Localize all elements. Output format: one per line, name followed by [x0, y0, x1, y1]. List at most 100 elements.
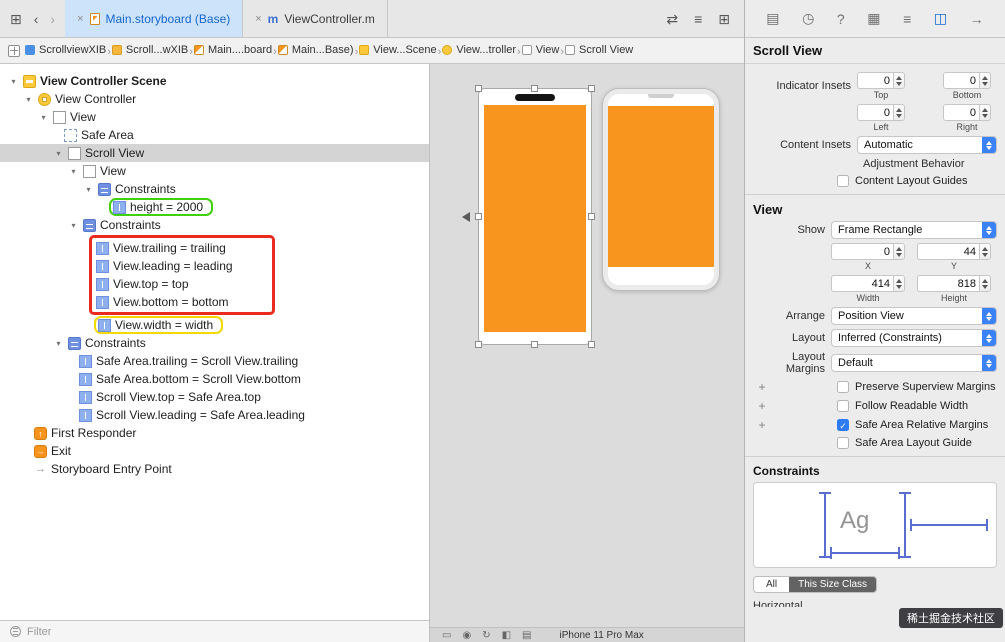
stepper-icon[interactable] — [893, 104, 905, 121]
stepper-icon[interactable] — [979, 275, 991, 292]
stepper-icon[interactable] — [979, 104, 991, 121]
right-field[interactable]: 0 — [943, 104, 991, 121]
outline-row-view-trailing-trailing[interactable]: View.trailing = trailing — [94, 239, 264, 257]
breadcrumb-item-view-scene[interactable]: View...Scene — [359, 44, 437, 56]
outline-row-safe-area-bottom-scroll-view-bottom[interactable]: Safe Area.bottom = Scroll View.bottom — [0, 370, 429, 388]
disclosure-triangle-icon[interactable]: ▾ — [68, 167, 79, 176]
device-label[interactable]: iPhone 11 Pro Max — [559, 630, 643, 641]
outline-row-scroll-view-leading-safe-area-leading[interactable]: Scroll View.leading = Safe Area.leading — [0, 406, 429, 424]
field-value[interactable]: 0 — [857, 104, 893, 121]
outline-row-constraints[interactable]: ▾ Constraints — [0, 216, 429, 234]
disclosure-triangle-icon[interactable]: ▾ — [38, 113, 49, 122]
device-preview[interactable] — [602, 88, 720, 291]
storyboard-canvas[interactable]: ▭ ◉ ↻ ◧ ▤ iPhone 11 Pro Max — [430, 64, 744, 642]
quick-help-inspector-icon[interactable]: ? — [837, 11, 845, 27]
content-layout-guides-checkbox[interactable] — [837, 175, 849, 187]
stepper-icon[interactable] — [979, 243, 991, 260]
scroll-view-content[interactable] — [484, 105, 586, 332]
close-tab-icon[interactable]: × — [77, 13, 83, 25]
outline-row-safe-area-trailing-scroll-view-trailing[interactable]: Safe Area.trailing = Scroll View.trailin… — [0, 352, 429, 370]
outline-row-scroll-view[interactable]: ▾ Scroll View — [0, 144, 429, 162]
outline-row-exit[interactable]: Exit — [0, 442, 429, 460]
outline-row-view-width-width[interactable]: View.width = width — [0, 316, 429, 334]
breadcrumb-item-main-board[interactable]: Main....board — [193, 44, 272, 56]
stepper-icon[interactable] — [893, 243, 905, 260]
tab-viewcontroller-m[interactable]: × m ViewController.m — [243, 0, 388, 37]
field-value[interactable]: 0 — [943, 72, 979, 89]
add-variation-icon[interactable]: + — [757, 380, 767, 394]
resize-handle[interactable] — [588, 85, 595, 92]
disclosure-triangle-icon[interactable]: ▾ — [53, 149, 64, 158]
breadcrumb-item-view-troller[interactable]: View...troller — [442, 44, 516, 56]
outline-row-view-controller-scene[interactable]: ▾ View Controller Scene — [0, 72, 429, 90]
outline-row-view-top-top[interactable]: View.top = top — [94, 275, 264, 293]
grid-icon[interactable]: ▤ — [522, 630, 531, 641]
rotate-icon[interactable]: ↻ — [482, 630, 490, 641]
breadcrumb-item-scroll-wxib[interactable]: Scroll...wXIB — [111, 44, 188, 56]
device-icon[interactable]: ▭ — [442, 630, 451, 641]
safe-area-relative-margins-checkbox[interactable] — [837, 419, 849, 431]
forward-icon[interactable]: › — [50, 12, 55, 26]
field-value[interactable]: 0 — [857, 72, 893, 89]
outline-row-view[interactable]: ▾ View — [0, 162, 429, 180]
field-value[interactable]: 414 — [831, 275, 893, 292]
attributes-inspector-icon[interactable]: ≡ — [903, 11, 911, 27]
breadcrumb-item-scroll-view[interactable]: Scroll View — [565, 44, 633, 56]
add-editor-icon[interactable]: ⊞ — [718, 12, 730, 26]
bottom-field[interactable]: 0 — [943, 72, 991, 89]
disclosure-triangle-icon[interactable]: ▾ — [68, 221, 79, 230]
swap-editors-icon[interactable]: ⇄ — [666, 12, 678, 26]
outline-row-safe-area[interactable]: Safe Area — [0, 126, 429, 144]
editor-options-icon[interactable]: ≡ — [694, 12, 702, 26]
constraint-line[interactable] — [899, 492, 911, 558]
safe-area-layout-guide-checkbox[interactable] — [837, 437, 849, 449]
outline-row-constraints[interactable]: ▾ Constraints — [0, 180, 429, 198]
add-variation-icon[interactable]: + — [757, 399, 767, 413]
layout-popup[interactable]: Inferred (Constraints) — [831, 329, 997, 347]
field-value[interactable]: 0 — [943, 104, 979, 121]
constraint-line[interactable] — [910, 519, 988, 531]
connections-inspector-icon[interactable]: → — [970, 11, 984, 27]
follow-readable-width-checkbox[interactable] — [837, 400, 849, 412]
outline-row-first-responder[interactable]: First Responder — [0, 424, 429, 442]
stepper-icon[interactable] — [979, 72, 991, 89]
tab-main-storyboard[interactable]: × Main.storyboard (Base) — [65, 0, 244, 37]
resize-handle[interactable] — [475, 212, 482, 220]
split-icon[interactable]: ◧ — [502, 630, 511, 641]
stepper-icon[interactable] — [893, 275, 905, 292]
filter-all-button[interactable]: All — [754, 577, 790, 592]
resize-handle[interactable] — [531, 85, 538, 92]
resize-handle[interactable] — [588, 341, 595, 348]
close-tab-icon[interactable]: × — [255, 13, 261, 25]
field-value[interactable]: 44 — [917, 243, 979, 260]
stepper-icon[interactable] — [893, 72, 905, 89]
content-insets-popup[interactable]: Automatic — [857, 136, 997, 154]
identity-inspector-icon[interactable]: ▦ — [867, 10, 880, 27]
breadcrumb-item-scrollviewxib[interactable]: ScrollviewXIB — [25, 44, 106, 56]
tab-overview-icon[interactable]: ⊞ — [10, 12, 22, 26]
outline-row-storyboard-entry-point[interactable]: Storyboard Entry Point — [0, 460, 429, 478]
height-field[interactable]: 818 — [917, 275, 991, 292]
arrange-popup[interactable]: Position View — [831, 307, 997, 325]
y-field[interactable]: 44 — [917, 243, 991, 260]
outline-row-view-leading-leading[interactable]: View.leading = leading — [94, 257, 264, 275]
related-items-icon[interactable] — [8, 44, 20, 57]
resize-handle[interactable] — [588, 212, 595, 220]
outline-row-scroll-view-top-safe-area-top[interactable]: Scroll View.top = Safe Area.top — [0, 388, 429, 406]
pin-icon[interactable]: ◉ — [462, 630, 471, 641]
outline-row-height-2000[interactable]: height = 2000 — [0, 198, 429, 216]
disclosure-triangle-icon[interactable]: ▾ — [8, 77, 19, 86]
outline-row-view-bottom-bottom[interactable]: View.bottom = bottom — [94, 293, 264, 311]
top-field[interactable]: 0 — [857, 72, 905, 89]
outline-row-constraints[interactable]: ▾ Constraints — [0, 334, 429, 352]
left-field[interactable]: 0 — [857, 104, 905, 121]
storyboard-view-controller[interactable] — [462, 85, 595, 348]
size-inspector-icon[interactable]: ◫ — [934, 10, 947, 27]
disclosure-triangle-icon[interactable]: ▾ — [23, 95, 34, 104]
x-field[interactable]: 0 — [831, 243, 905, 260]
resize-handle[interactable] — [475, 341, 482, 348]
filter-input[interactable]: Filter — [27, 626, 51, 638]
layout-margins-popup[interactable]: Default — [831, 354, 997, 372]
field-value[interactable]: 818 — [917, 275, 979, 292]
outline-row-view-controller[interactable]: ▾ View Controller — [0, 90, 429, 108]
